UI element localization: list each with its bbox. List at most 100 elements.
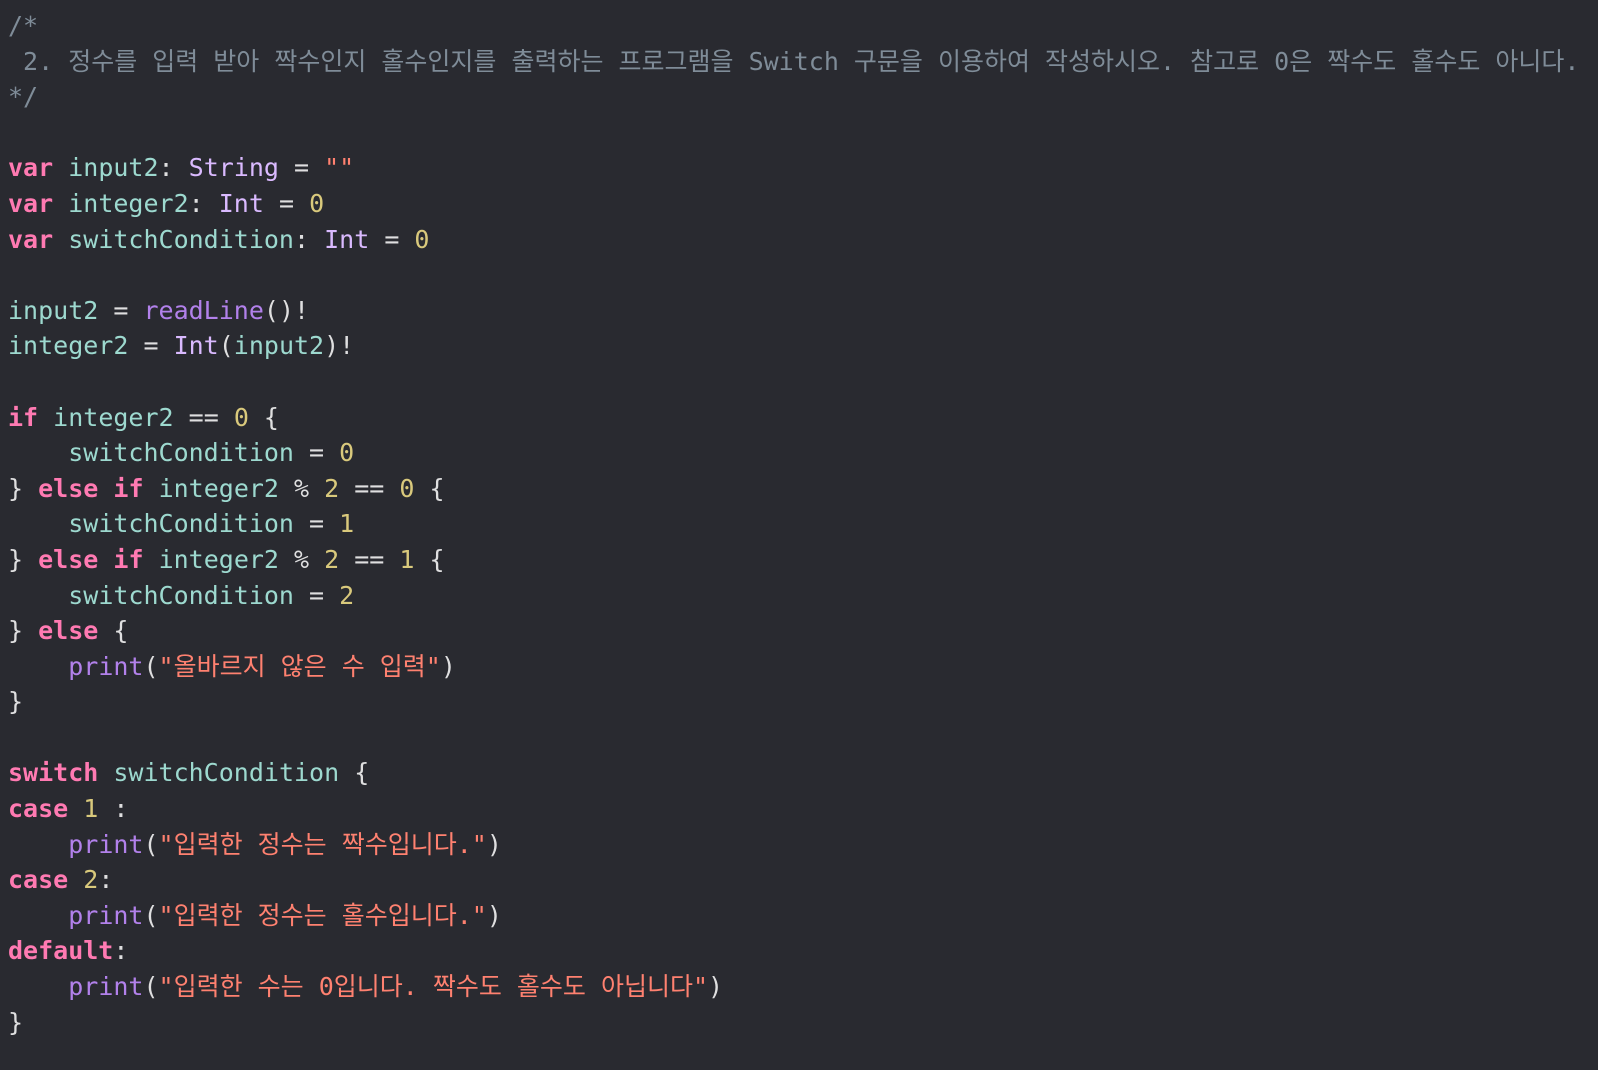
plain-token: { [339, 758, 370, 788]
keyword-token: if [8, 402, 39, 432]
keyword-token: else [38, 473, 99, 503]
comment-token: 2. 정수를 입력 받아 짝수인지 홀수인지를 출력하는 프로그램을 Switc… [8, 46, 1580, 76]
code-line[interactable]: switchCondition = 2 [8, 578, 1598, 614]
plain-token: = [294, 580, 340, 610]
plain-token: : [98, 865, 114, 895]
type-token: Int [218, 188, 264, 218]
identifier-token: integer2 [158, 544, 279, 574]
code-line[interactable]: /* [8, 8, 1598, 44]
code-line[interactable] [8, 257, 1598, 293]
plain-token: = [278, 153, 325, 183]
plain-token: = [128, 331, 174, 361]
code-line[interactable]: } [8, 684, 1598, 720]
plain-token: ) [440, 651, 456, 681]
identifier-token: integer2 [158, 473, 279, 503]
plain-token: % [278, 473, 325, 503]
code-line[interactable]: print("입력한 정수는 홀수입니다.") [8, 898, 1598, 934]
keyword-token: var [8, 188, 54, 218]
code-line[interactable]: input2 = readLine()! [8, 293, 1598, 329]
plain-token: : [188, 188, 219, 218]
number-literal-token: 1 [83, 794, 99, 824]
plain-token: ) [708, 972, 724, 1002]
code-line[interactable]: } else if integer2 % 2 == 0 { [8, 471, 1598, 507]
plain-token: : [113, 936, 129, 966]
number-literal-token: 0 [399, 473, 415, 503]
function-token: print [68, 651, 144, 681]
function-token: print [68, 972, 144, 1002]
identifier-token: switchCondition [68, 438, 294, 468]
code-line[interactable] [8, 720, 1598, 756]
code-line[interactable]: } [8, 1005, 1598, 1041]
plain-token: } [8, 616, 39, 646]
plain-token: ()! [263, 295, 310, 325]
code-editor[interactable]: /* 2. 정수를 입력 받아 짝수인지 홀수인지를 출력하는 프로그램을 Sw… [0, 0, 1598, 1070]
code-line[interactable]: print("올바르지 않은 수 입력") [8, 649, 1598, 685]
identifier-token: switchCondition [68, 509, 294, 539]
code-line[interactable]: var input2: String = "" [8, 150, 1598, 186]
plain-token: ( [143, 900, 159, 930]
string-literal-token: "입력한 정수는 홀수입니다." [158, 900, 487, 930]
code-line[interactable]: if integer2 == 0 { [8, 400, 1598, 436]
code-line[interactable]: } else { [8, 613, 1598, 649]
string-literal-token: "" [324, 153, 355, 183]
code-line[interactable]: integer2 = Int(input2)! [8, 328, 1598, 364]
identifier-token: input2 [8, 295, 99, 325]
code-line[interactable]: switchCondition = 1 [8, 506, 1598, 542]
plain-token: = [98, 295, 144, 325]
plain-token: } [8, 473, 39, 503]
identifier-token: input2 [233, 331, 325, 361]
plain-token: = [263, 188, 310, 218]
keyword-token: if [113, 473, 144, 503]
string-literal-token: "올바르지 않은 수 입력" [158, 651, 441, 681]
type-token: Int [324, 224, 370, 254]
function-token: readLine [143, 295, 264, 325]
code-line[interactable]: } else if integer2 % 2 == 1 { [8, 542, 1598, 578]
code-line[interactable] [8, 115, 1598, 151]
keyword-token: case [8, 794, 69, 824]
code-line[interactable]: print("입력한 정수는 짝수입니다.") [8, 827, 1598, 863]
function-token: print [68, 829, 144, 859]
code-line[interactable]: */ [8, 79, 1598, 115]
identifier-token: switchCondition [68, 580, 294, 610]
code-line[interactable]: case 2: [8, 862, 1598, 898]
number-literal-token: 0 [414, 224, 430, 254]
plain-token: } [8, 544, 39, 574]
number-literal-token: 0 [339, 438, 355, 468]
plain-token: == [173, 402, 234, 432]
plain-token: : [98, 794, 129, 824]
code-line[interactable] [8, 364, 1598, 400]
plain-token: = [369, 224, 415, 254]
code-line[interactable]: var integer2: Int = 0 [8, 186, 1598, 222]
keyword-token: case [8, 865, 69, 895]
code-line[interactable]: default: [8, 933, 1598, 969]
identifier-token: input2 [68, 153, 159, 183]
type-token: String [188, 153, 279, 183]
code-line[interactable]: switchCondition = 0 [8, 435, 1598, 471]
string-literal-token: "입력한 수는 0입니다. 짝수도 홀수도 아닙니다" [158, 972, 709, 1002]
keyword-token: if [113, 544, 144, 574]
code-line[interactable]: var switchCondition: Int = 0 [8, 222, 1598, 258]
identifier-token: integer2 [68, 188, 189, 218]
code-line[interactable]: case 1 : [8, 791, 1598, 827]
code-line[interactable]: 2. 정수를 입력 받아 짝수인지 홀수인지를 출력하는 프로그램을 Switc… [8, 44, 1598, 80]
plain-token: == [339, 544, 400, 574]
plain-token: ( [143, 829, 159, 859]
plain-token: % [278, 544, 325, 574]
plain-token: ( [143, 972, 159, 1002]
comment-token: */ [8, 82, 39, 112]
code-line[interactable]: switch switchCondition { [8, 755, 1598, 791]
number-literal-token: 1 [339, 509, 355, 539]
code-text-area[interactable]: /* 2. 정수를 입력 받아 짝수인지 홀수인지를 출력하는 프로그램을 Sw… [8, 8, 1598, 1040]
keyword-token: else [38, 616, 99, 646]
string-literal-token: "입력한 정수는 짝수입니다." [158, 829, 487, 859]
code-line[interactable]: print("입력한 수는 0입니다. 짝수도 홀수도 아닙니다") [8, 969, 1598, 1005]
